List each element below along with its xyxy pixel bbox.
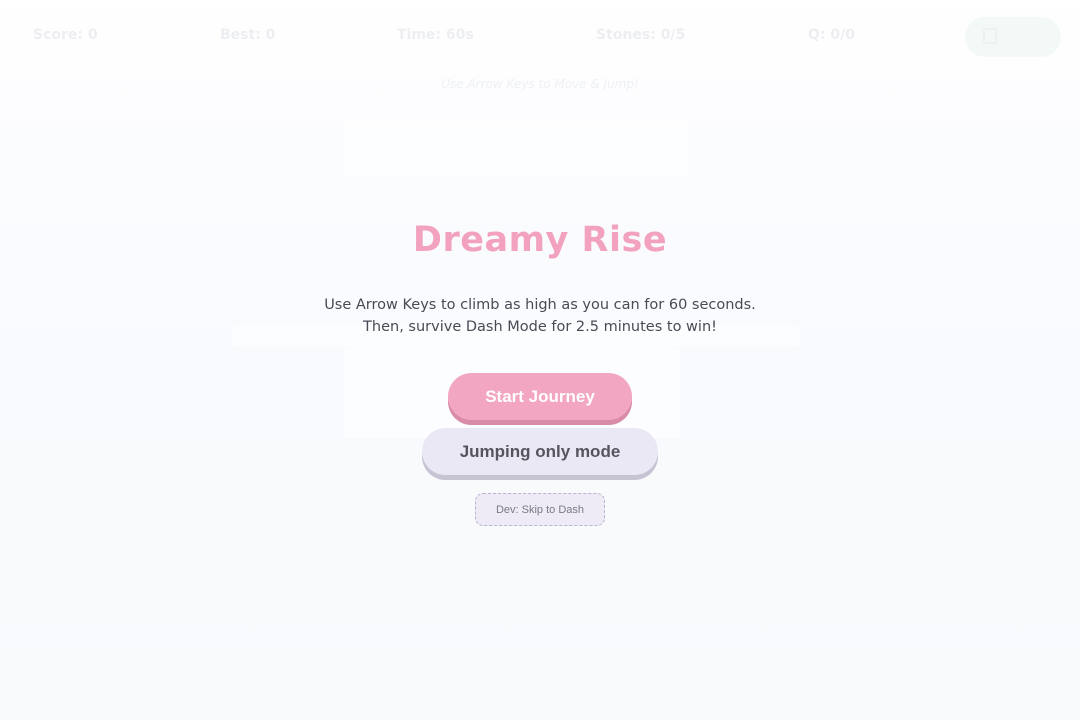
hud-bar: Score: 0 Best: 0 Time: 60s Stones: 0/5 Q… [0,0,1080,120]
timer-display: Time: 60s [397,27,474,43]
score-display: Score: 0 [33,27,98,43]
description-line-2: Then, survive Dash Mode for 2.5 minutes … [363,319,717,335]
pause-icon [983,28,997,44]
best-score-display: Best: 0 [220,27,276,43]
background-platform [344,120,688,176]
start-journey-button[interactable]: Start Journey [448,373,632,420]
jumping-only-mode-button[interactable]: Jumping only mode [422,428,658,475]
game-title: Dreamy Rise [412,220,668,260]
pause-button[interactable] [965,17,1061,57]
controls-hint: Use Arrow Keys to Move & Jump! [441,77,639,91]
dev-skip-to-dash-button[interactable]: Dev: Skip to Dash [475,493,605,526]
description-line-1: Use Arrow Keys to climb as high as you c… [324,297,756,313]
stones-counter: Stones: 0/5 [596,27,686,43]
questions-counter: Q: 0/0 [808,27,855,43]
